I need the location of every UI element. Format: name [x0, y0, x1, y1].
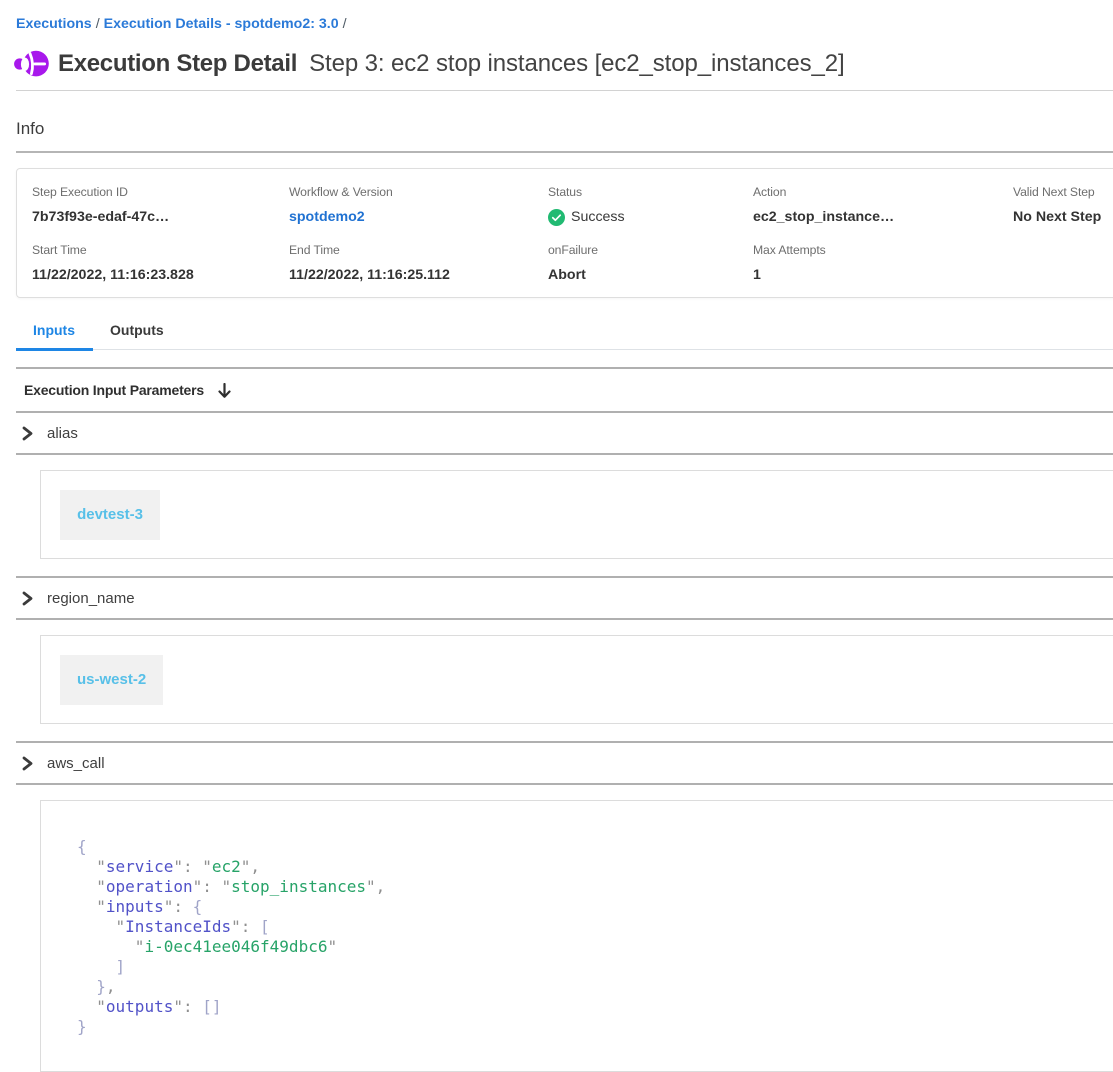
field-label: Action — [753, 184, 1013, 200]
chevron-right-icon — [21, 425, 34, 442]
chevron-right-icon — [21, 590, 34, 607]
field-label: Workflow & Version — [289, 184, 548, 200]
field-label: Max Attempts — [753, 242, 1013, 258]
field-value: No Next Step — [1013, 207, 1113, 227]
arrow-down-icon[interactable] — [218, 383, 231, 398]
param-value-panel-aws_call: { "service": "ec2", "operation": "stop_i… — [40, 800, 1113, 1072]
field-value: 7b73f93e-edaf-47c… — [32, 207, 289, 227]
param-value-panel-region_name: us-west-2 — [40, 635, 1113, 724]
tab-outputs[interactable]: Outputs — [93, 317, 182, 349]
field-label: Step Execution ID — [32, 184, 289, 200]
tabs: Inputs Outputs — [16, 317, 1113, 350]
parameters-header: Execution Input Parameters — [16, 369, 1113, 411]
info-divider — [16, 151, 1113, 153]
info-field-valid-next-step: Valid Next Step No Next Step — [1013, 184, 1113, 227]
breadcrumb-separator: / — [92, 16, 104, 32]
field-label: onFailure — [548, 242, 753, 258]
field-label: Valid Next Step — [1013, 184, 1113, 200]
info-field-end-time: End Time 11/22/2022, 11:16:25.112 — [289, 242, 548, 285]
json-code-block: { "service": "ec2", "operation": "stop_i… — [77, 837, 1082, 1037]
title-divider — [16, 90, 1113, 91]
field-value: 11/22/2022, 11:16:23.828 — [32, 265, 289, 285]
field-value: Abort — [548, 265, 753, 285]
param-row-aws_call[interactable]: aws_call — [16, 741, 1113, 785]
field-value: ec2_stop_instance… — [753, 207, 1013, 227]
field-label: End Time — [289, 242, 548, 258]
info-field-max-attempts: Max Attempts 1 — [753, 242, 1013, 285]
param-name: aws_call — [47, 755, 105, 772]
field-value: 1 — [753, 265, 1013, 285]
check-circle-icon — [548, 209, 565, 226]
tab-inputs[interactable]: Inputs — [16, 317, 93, 349]
info-section-label: Info — [16, 118, 1113, 140]
info-field-workflow-version: Workflow & Version spotdemo2 — [289, 184, 548, 227]
info-field-start-time: Start Time 11/22/2022, 11:16:23.828 — [32, 242, 289, 285]
field-label: Start Time — [32, 242, 289, 258]
title-row: Execution Step Detail Step 3: ec2 stop i… — [16, 49, 1113, 79]
page-title: Execution Step Detail — [58, 50, 297, 78]
field-label: Status — [548, 184, 753, 200]
info-field-action: Action ec2_stop_instance… — [753, 184, 1013, 227]
value-chip[interactable]: us-west-2 — [60, 655, 163, 705]
param-row-alias[interactable]: alias — [16, 411, 1113, 455]
info-card: Step Execution ID 7b73f93e-edaf-47c…Workf… — [16, 168, 1113, 298]
param-row-region_name[interactable]: region_name — [16, 576, 1113, 620]
page-subtitle: Step 3: ec2 stop instances [ec2_stop_ins… — [309, 50, 844, 78]
field-value: Success — [548, 207, 753, 227]
info-field-onfailure: onFailure Abort — [548, 242, 753, 285]
info-field-step-execution-id: Step Execution ID 7b73f93e-edaf-47c… — [32, 184, 289, 227]
execution-step-detail-page: Executions/Execution Details - spotdemo2… — [0, 16, 1113, 1072]
field-value[interactable]: spotdemo2 — [289, 207, 548, 227]
breadcrumb: Executions/Execution Details - spotdemo2… — [16, 16, 1113, 32]
breadcrumb-trailing-separator: / — [339, 16, 351, 32]
chevron-right-icon — [21, 755, 34, 772]
breadcrumb-link-executions[interactable]: Executions — [16, 16, 92, 32]
value-chip[interactable]: devtest-3 — [60, 490, 160, 540]
breadcrumb-link-execution-details[interactable]: Execution Details - spotdemo2: 3.0 — [104, 16, 339, 32]
parameters-header-label: Execution Input Parameters — [24, 382, 204, 398]
param-value-panel-alias: devtest-3 — [40, 470, 1113, 559]
info-field-status: Status Success — [548, 184, 753, 227]
param-name: region_name — [47, 590, 135, 607]
app-logo-icon — [14, 50, 50, 78]
param-name: alias — [47, 425, 78, 442]
field-value: 11/22/2022, 11:16:25.112 — [289, 265, 548, 285]
